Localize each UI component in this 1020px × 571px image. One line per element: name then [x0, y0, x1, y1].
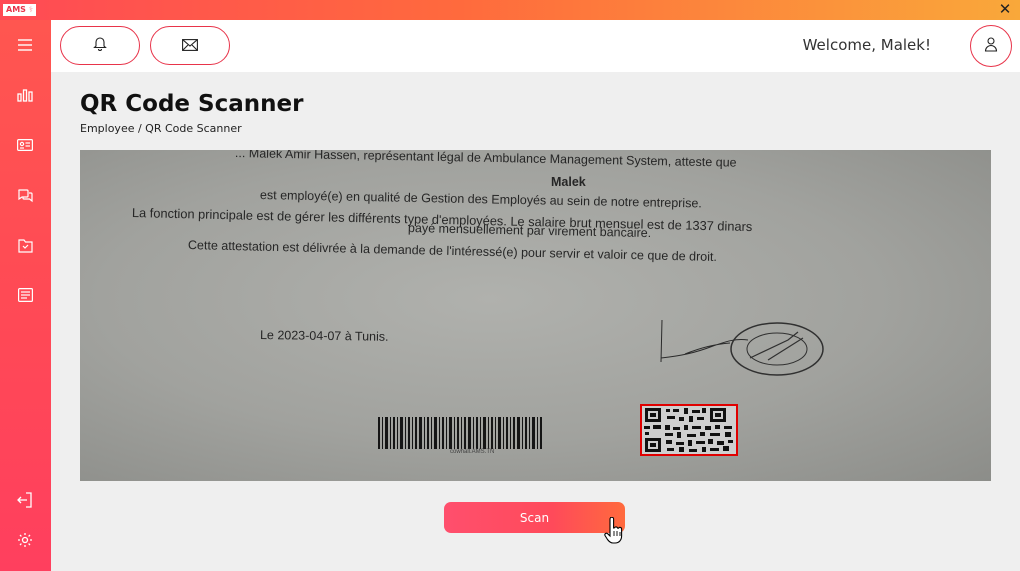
barcode-caption: cowhall.AMS.TN [450, 449, 495, 455]
qr-code-image [642, 406, 736, 454]
page-title: QR Code Scanner [80, 91, 304, 117]
welcome-message: Welcome, Malek! [802, 36, 931, 54]
folder-icon[interactable] [13, 233, 37, 257]
sidebar [0, 20, 51, 571]
bell-icon [93, 36, 107, 55]
qr-code-detection-box [640, 404, 738, 456]
logout-icon[interactable] [13, 488, 37, 512]
camera-preview: ... Malek Amir Hassen, représentant léga… [80, 150, 991, 481]
scan-button[interactable]: Scan [444, 502, 625, 533]
document-line: Malek [551, 175, 586, 189]
chat-icon[interactable] [13, 183, 37, 207]
company-stamp-image [730, 322, 824, 376]
app-logo: AMS ⚕ [3, 4, 37, 16]
id-card-icon[interactable] [13, 133, 37, 157]
chart-icon[interactable] [13, 83, 37, 107]
barcode-image [378, 415, 542, 451]
envelope-icon [182, 36, 198, 55]
notifications-button[interactable] [60, 26, 140, 65]
profile-button[interactable] [970, 25, 1012, 67]
window-titlebar: AMS ⚕ ✕ [0, 0, 1020, 20]
gear-icon[interactable] [13, 528, 37, 552]
breadcrumb: Employee / QR Code Scanner [80, 122, 242, 135]
messages-button[interactable] [150, 26, 230, 65]
close-window-button[interactable]: ✕ [998, 1, 1012, 17]
document-date-line: Le 2023-04-07 à Tunis. [259, 328, 389, 344]
hand-cursor-icon [604, 517, 623, 544]
top-header: Welcome, Malek! [51, 20, 1020, 72]
document-icon[interactable] [13, 283, 37, 307]
menu-icon[interactable] [13, 33, 37, 57]
user-icon [984, 36, 998, 56]
